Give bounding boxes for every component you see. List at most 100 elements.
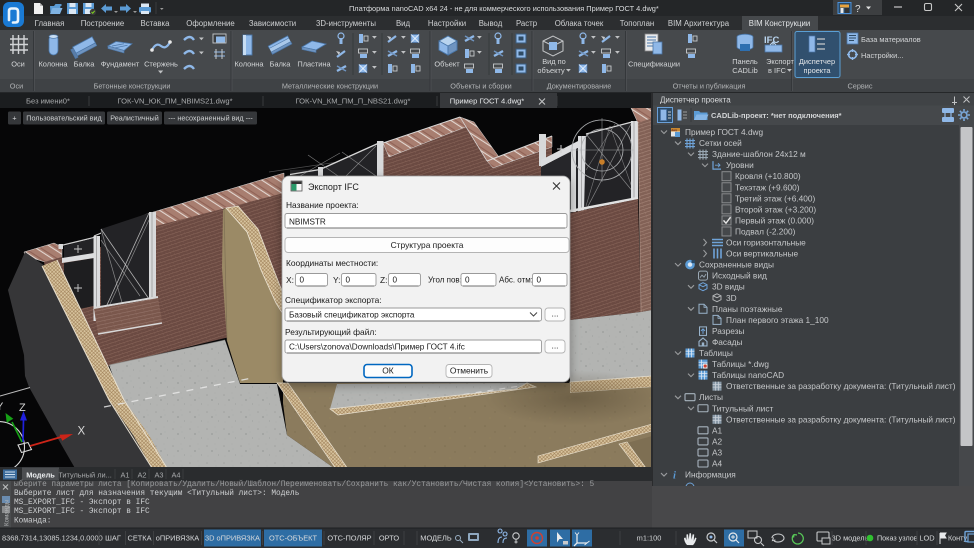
svg-text:0: 0	[537, 276, 542, 285]
svg-text:Фасады: Фасады	[712, 337, 743, 347]
svg-text:A3: A3	[712, 447, 723, 457]
svg-text:A1: A1	[120, 471, 129, 480]
svg-text:План первого этажа 1_100: План первого этажа 1_100	[726, 315, 829, 325]
svg-text:Z: Z	[19, 402, 26, 414]
svg-text:Пример ГОСТ 4.dwg: Пример ГОСТ 4.dwg	[685, 127, 764, 137]
svg-text:Объекты и сборки: Объекты и сборки	[450, 82, 511, 91]
svg-text:Y:: Y:	[333, 275, 340, 285]
svg-text:СЕТКА: СЕТКА	[127, 534, 151, 543]
svg-text:Колонна: Колонна	[38, 60, 68, 69]
svg-text:ОК: ОК	[382, 366, 394, 376]
svg-text:3D оПРИВЯЗКА: 3D оПРИВЯЗКА	[205, 534, 260, 543]
svg-text:ОТС-ОБЪЕКТ: ОТС-ОБЪЕКТ	[269, 534, 317, 543]
svg-text:A4: A4	[171, 471, 180, 480]
svg-text:Название проекта:: Название проекта:	[286, 200, 359, 210]
svg-text:8368.7314,13085.1234,0.0000: 8368.7314,13085.1234,0.0000	[2, 534, 103, 543]
svg-text:Разрезы: Разрезы	[712, 326, 744, 336]
svg-text:Координаты местности:: Координаты местности:	[286, 258, 378, 268]
svg-text:Структура проекта: Структура проекта	[391, 240, 464, 250]
svg-text:Таблицы: Таблицы	[699, 348, 733, 358]
svg-text:Планы поэтажные: Планы поэтажные	[712, 304, 783, 314]
svg-text:в IFC: в IFC	[768, 66, 787, 75]
svg-text:Отчеты и публикация: Отчеты и публикация	[673, 82, 746, 91]
svg-text:Показ узлов: Показ узлов	[877, 534, 918, 543]
svg-text:Экспорт: Экспорт	[766, 57, 794, 66]
svg-text:Пользовательский вид: Пользовательский вид	[26, 114, 102, 123]
svg-text:A2: A2	[137, 471, 146, 480]
svg-text:Настройки: Настройки	[428, 19, 466, 28]
svg-text:Оформление: Оформление	[186, 19, 234, 28]
svg-text:--- несохраненный вид ---: --- несохраненный вид ---	[168, 114, 253, 123]
svg-text:MS_EXPORT_IFC - Экспорт в IFC: MS_EXPORT_IFC - Экспорт в IFC	[14, 508, 150, 516]
svg-text:Оси горизонтальные: Оси горизонтальные	[726, 238, 806, 248]
svg-text:3D модель: 3D модель	[832, 534, 869, 543]
svg-text:Первый этаж (0.000): Первый этаж (0.000)	[735, 215, 814, 225]
svg-text:Реалистичный: Реалистичный	[110, 114, 158, 123]
svg-text:Вид по: Вид по	[542, 57, 566, 66]
svg-text:Оси: Оси	[10, 82, 23, 91]
svg-text:BIM Архитектура: BIM Архитектура	[668, 19, 730, 28]
svg-text:Команды: Команды	[4, 499, 11, 526]
svg-text:ОРТО: ОРТО	[379, 534, 400, 543]
svg-text:Фундамент: Фундамент	[101, 60, 140, 69]
svg-text:Пластина: Пластина	[297, 60, 331, 69]
svg-text:Настройки...: Настройки...	[861, 51, 903, 60]
svg-text:...: ...	[551, 309, 558, 319]
svg-text:Третий этаж (+6.400): Третий этаж (+6.400)	[735, 193, 816, 203]
svg-text:Сервис: Сервис	[848, 82, 873, 91]
svg-text:Бетонные конструкции: Бетонные конструкции	[94, 82, 171, 91]
svg-text:Пример ГОСТ 4.dwg*: Пример ГОСТ 4.dwg*	[450, 97, 525, 106]
svg-text:Спецификатор экспорта:: Спецификатор экспорта:	[285, 295, 382, 305]
svg-text:ОТС-ПОЛЯР: ОТС-ПОЛЯР	[327, 534, 371, 543]
svg-text:ШАГ: ШАГ	[105, 534, 121, 543]
svg-text:Таблицы *.dwg: Таблицы *.dwg	[712, 359, 769, 369]
svg-text:ГОК-VN_КМ_ПМ_П_NBS21.dwg*: ГОК-VN_КМ_ПМ_П_NBS21.dwg*	[295, 97, 410, 106]
svg-text:CADLib: CADLib	[732, 66, 757, 75]
svg-text:Без имени0*: Без имени0*	[26, 97, 70, 106]
svg-text:...: ...	[551, 341, 558, 351]
svg-text:Листы: Листы	[699, 392, 723, 402]
svg-text:IFC: IFC	[764, 35, 779, 46]
svg-text:Уровни: Уровни	[726, 160, 754, 170]
svg-text:Вид: Вид	[396, 19, 411, 28]
svg-text:Титульный ли...: Титульный ли...	[58, 471, 112, 480]
svg-text:i: i	[673, 471, 676, 482]
svg-text:+: +	[12, 114, 16, 123]
svg-text:3D виды: 3D виды	[712, 282, 745, 292]
svg-text:Вывод: Вывод	[479, 19, 503, 28]
svg-text:ГОК-VN_ЮК_ПМ_NBIMS21.dwg*: ГОК-VN_ЮК_ПМ_NBIMS21.dwg*	[117, 97, 232, 106]
svg-text:Балка: Балка	[270, 60, 292, 69]
svg-text:Подвал (-2.200): Подвал (-2.200)	[735, 226, 796, 236]
svg-text:Базовый спецификатор экспорта: Базовый спецификатор экспорта	[289, 311, 415, 320]
svg-text:Облака точек: Облака точек	[555, 19, 604, 28]
svg-text:A4: A4	[712, 459, 723, 469]
svg-text:Документирование: Документирование	[547, 82, 612, 91]
svg-text:Кровля (+10.800): Кровля (+10.800)	[735, 171, 801, 181]
svg-text:Выберите лист для назначения т: Выберите лист для назначения текущим <Ти…	[14, 489, 300, 498]
svg-text:Колонна: Колонна	[234, 60, 264, 69]
svg-text:0: 0	[300, 276, 305, 285]
svg-text:Объект: Объект	[434, 60, 460, 69]
svg-text:Сетки осей: Сетки осей	[699, 138, 742, 148]
svg-text:Построение: Построение	[81, 19, 124, 28]
svg-text:3D: 3D	[726, 293, 737, 303]
svg-text:LOD: LOD	[919, 534, 934, 543]
svg-text:Титульный лист: Титульный лист	[712, 403, 773, 413]
svg-text:Диспетчер проекта: Диспетчер проекта	[660, 96, 731, 105]
svg-text:Сохраненные виды: Сохраненные виды	[699, 260, 774, 270]
svg-text:NBIMSTR: NBIMSTR	[289, 218, 326, 227]
svg-text:ыберите параметры листа [Копир: ыберите параметры листа [Копировать/Удал…	[14, 480, 595, 489]
svg-text:Растр: Растр	[516, 19, 538, 28]
svg-text:0: 0	[346, 276, 351, 285]
svg-text:0: 0	[393, 276, 398, 285]
svg-text:Зависимости: Зависимости	[249, 19, 296, 28]
svg-text:C:\Users\zonova\Downloads\Прим: C:\Users\zonova\Downloads\Пример ГОСТ 4.…	[289, 343, 465, 352]
svg-text:Здание-шаблон 24x12 м: Здание-шаблон 24x12 м	[712, 149, 806, 159]
svg-text:Таблицы nanoCAD: Таблицы nanoCAD	[712, 370, 784, 380]
svg-text:Панель: Панель	[732, 57, 758, 66]
svg-text:m1:100: m1:100	[637, 534, 662, 543]
svg-text:3D-инструменты: 3D-инструменты	[316, 19, 376, 28]
svg-text:Исходный вид: Исходный вид	[712, 271, 767, 281]
svg-text:Диспетчер: Диспетчер	[799, 57, 835, 66]
svg-text:Информация: Информация	[685, 470, 736, 480]
